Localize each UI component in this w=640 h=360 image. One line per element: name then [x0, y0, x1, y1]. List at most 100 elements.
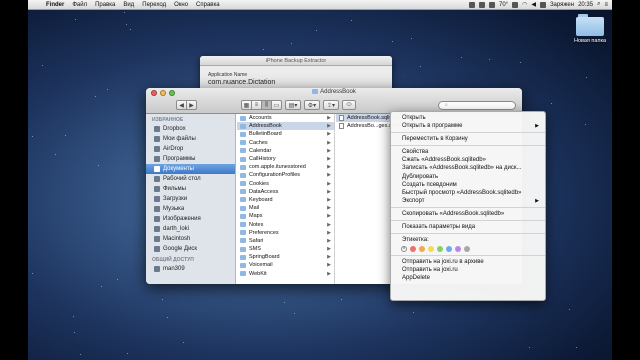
- context-menu-item[interactable]: Открыть: [391, 114, 545, 122]
- context-menu-item[interactable]: Записать «AddressBook.sqlitedb» на диск.…: [391, 164, 545, 172]
- menu-go[interactable]: Переход: [138, 2, 170, 8]
- folder-row[interactable]: Preferences ▶: [237, 229, 334, 237]
- sidebar-item[interactable]: Музыка: [146, 204, 235, 214]
- bluetooth-icon[interactable]: [512, 1, 519, 8]
- sidebar-item[interactable]: Программы: [146, 154, 235, 164]
- tray-icon[interactable]: [478, 1, 485, 8]
- folder-row[interactable]: Caches ▶: [237, 139, 334, 147]
- no-tag-icon[interactable]: ×: [401, 245, 407, 252]
- menu-help[interactable]: Справка: [192, 2, 224, 8]
- sidebar-item[interactable]: Мои файлы: [146, 134, 235, 144]
- folder-row[interactable]: ConfigurationProfiles ▶: [237, 171, 334, 179]
- battery-status[interactable]: Заряжен: [550, 2, 574, 8]
- tag-color-swatch[interactable]: [446, 245, 452, 252]
- chevron-right-icon: ▶: [327, 221, 331, 228]
- folder-row[interactable]: Calendar ▶: [237, 147, 334, 155]
- menu-file[interactable]: Файл: [68, 2, 91, 8]
- spotlight-icon[interactable]: ⌕: [597, 1, 600, 8]
- folder-row[interactable]: Maps ▶: [237, 212, 334, 220]
- shared-list: man309: [146, 264, 235, 274]
- clock[interactable]: 20:35: [578, 2, 593, 8]
- volume-icon[interactable]: ◀: [531, 1, 536, 8]
- action-gear-icon[interactable]: ⚙▾: [304, 100, 320, 110]
- context-menu-item[interactable]: Отправить на joxi.ru в архиве: [391, 258, 545, 266]
- tag-color-swatch[interactable]: [455, 245, 461, 252]
- folder-row[interactable]: Notes ▶: [237, 220, 334, 228]
- sidebar-item[interactable]: darth_loki: [146, 224, 235, 234]
- context-menu-item[interactable]: Дублировать: [391, 173, 545, 181]
- star: [411, 38, 412, 39]
- arrange-button[interactable]: ▤▾: [285, 100, 301, 110]
- forward-button[interactable]: ▶: [186, 100, 197, 110]
- menu-app-finder[interactable]: Finder: [42, 2, 68, 8]
- folder-row[interactable]: Mail ▶: [237, 204, 334, 212]
- tags-button[interactable]: ⬭: [342, 100, 356, 110]
- sidebar-item[interactable]: Фильмы: [146, 184, 235, 194]
- tag-color-swatch[interactable]: [419, 245, 425, 252]
- folder-row[interactable]: Voicemail ▶: [237, 261, 334, 269]
- context-menu-item[interactable]: Открыть в программе ▶: [391, 122, 545, 130]
- search-input[interactable]: ⌕: [438, 100, 516, 110]
- context-menu-item-label: Отправить на joxi.ru: [402, 267, 458, 274]
- tag-color-swatch[interactable]: [410, 245, 416, 252]
- folder-row[interactable]: Accounts ▶: [237, 114, 334, 122]
- tag-color-swatch[interactable]: [428, 245, 434, 252]
- context-menu-item[interactable]: AppDelete: [391, 274, 545, 282]
- sidebar-item[interactable]: Изображения: [146, 214, 235, 224]
- sidebar-item[interactable]: Рабочий стол: [146, 174, 235, 184]
- context-menu-item[interactable]: Экспорт ▶: [391, 197, 545, 205]
- sidebar-item-shared[interactable]: man309: [146, 264, 235, 274]
- folder-row[interactable]: com.apple.itunesstored ▶: [237, 163, 334, 171]
- folder-row[interactable]: AddressBook ▶: [237, 122, 334, 131]
- menu-edit[interactable]: Правка: [91, 2, 119, 8]
- desktop-folder[interactable]: Новая папка: [572, 14, 608, 44]
- tag-color-swatch[interactable]: [437, 245, 443, 252]
- folder-row[interactable]: DataAccess ▶: [237, 188, 334, 196]
- temperature-readout[interactable]: 70°: [499, 2, 508, 8]
- context-menu-item-label: Быстрый просмотр «AddressBook.sqlitedb»: [402, 189, 522, 196]
- folder-row[interactable]: Keyboard ▶: [237, 196, 334, 204]
- sidebar: ИЗБРАННОЕ Dropbox Мои файлы AirDrop Програм…: [146, 114, 236, 284]
- notification-center-icon[interactable]: ≡: [604, 2, 608, 8]
- sidebar-item[interactable]: Macintosh: [146, 234, 235, 244]
- chevron-right-icon: ▶: [327, 196, 331, 203]
- context-menu-item[interactable]: Показать параметры вида: [391, 223, 545, 231]
- menu-window[interactable]: Окно: [170, 2, 192, 8]
- toolbar: ◀ ▶ ▦ ≡ ⫼ ▭ ▤▾ ⚙▾ ⇪▾ ⬭ ⌕: [146, 98, 522, 112]
- tag-color-swatch[interactable]: [464, 245, 470, 252]
- submenu-arrow-icon: ▶: [535, 197, 539, 204]
- sidebar-item[interactable]: Dropbox: [146, 124, 235, 134]
- folder-row[interactable]: SpringBoard ▶: [237, 253, 334, 261]
- sidebar-item[interactable]: Загрузки: [146, 194, 235, 204]
- context-menu-item[interactable]: Сжать «AddressBook.sqlitedb»: [391, 156, 545, 164]
- coverflow-view-icon[interactable]: ▭: [271, 100, 282, 110]
- star: [291, 43, 292, 44]
- sidebar-item[interactable]: Google Диск: [146, 244, 235, 254]
- menu-view[interactable]: Вид: [119, 2, 138, 8]
- battery-icon[interactable]: [539, 1, 546, 8]
- context-menu-item[interactable]: Свойства: [391, 148, 545, 156]
- folder-name: Calendar: [249, 147, 272, 154]
- share-button[interactable]: ⇪▾: [323, 100, 339, 110]
- context-menu-item[interactable]: Быстрый просмотр «AddressBook.sqlitedb»: [391, 189, 545, 197]
- context-menu-item[interactable]: Отправить на joxi.ru: [391, 266, 545, 274]
- sidebar-item[interactable]: Документы: [146, 164, 235, 174]
- star: [162, 299, 163, 300]
- folder-row[interactable]: Safari ▶: [237, 237, 334, 245]
- context-menu-item[interactable]: Создать псевдоним: [391, 181, 545, 189]
- dropbox-tray-icon[interactable]: [468, 1, 475, 8]
- folder-row[interactable]: CallHistory ▶: [237, 155, 334, 163]
- wifi-icon[interactable]: ◠: [522, 1, 527, 8]
- file-row[interactable]: AddressBook.sqlitedb: [336, 114, 400, 123]
- folder-icon: [240, 238, 246, 244]
- tray-icon[interactable]: [488, 1, 495, 8]
- folder-row[interactable]: SMS ▶: [237, 245, 334, 253]
- star: [55, 154, 56, 155]
- context-menu-item[interactable]: Переместить в Корзину: [391, 135, 545, 143]
- folder-row[interactable]: WebKit ▶: [237, 270, 334, 278]
- file-row[interactable]: AddressBo...ges.sqlitedb: [336, 122, 408, 130]
- folder-row[interactable]: Cookies ▶: [237, 180, 334, 188]
- context-menu-item[interactable]: Скопировать «AddressBook.sqlitedb»: [391, 210, 545, 218]
- sidebar-item[interactable]: AirDrop: [146, 144, 235, 154]
- folder-row[interactable]: BulletinBoard ▶: [237, 130, 334, 138]
